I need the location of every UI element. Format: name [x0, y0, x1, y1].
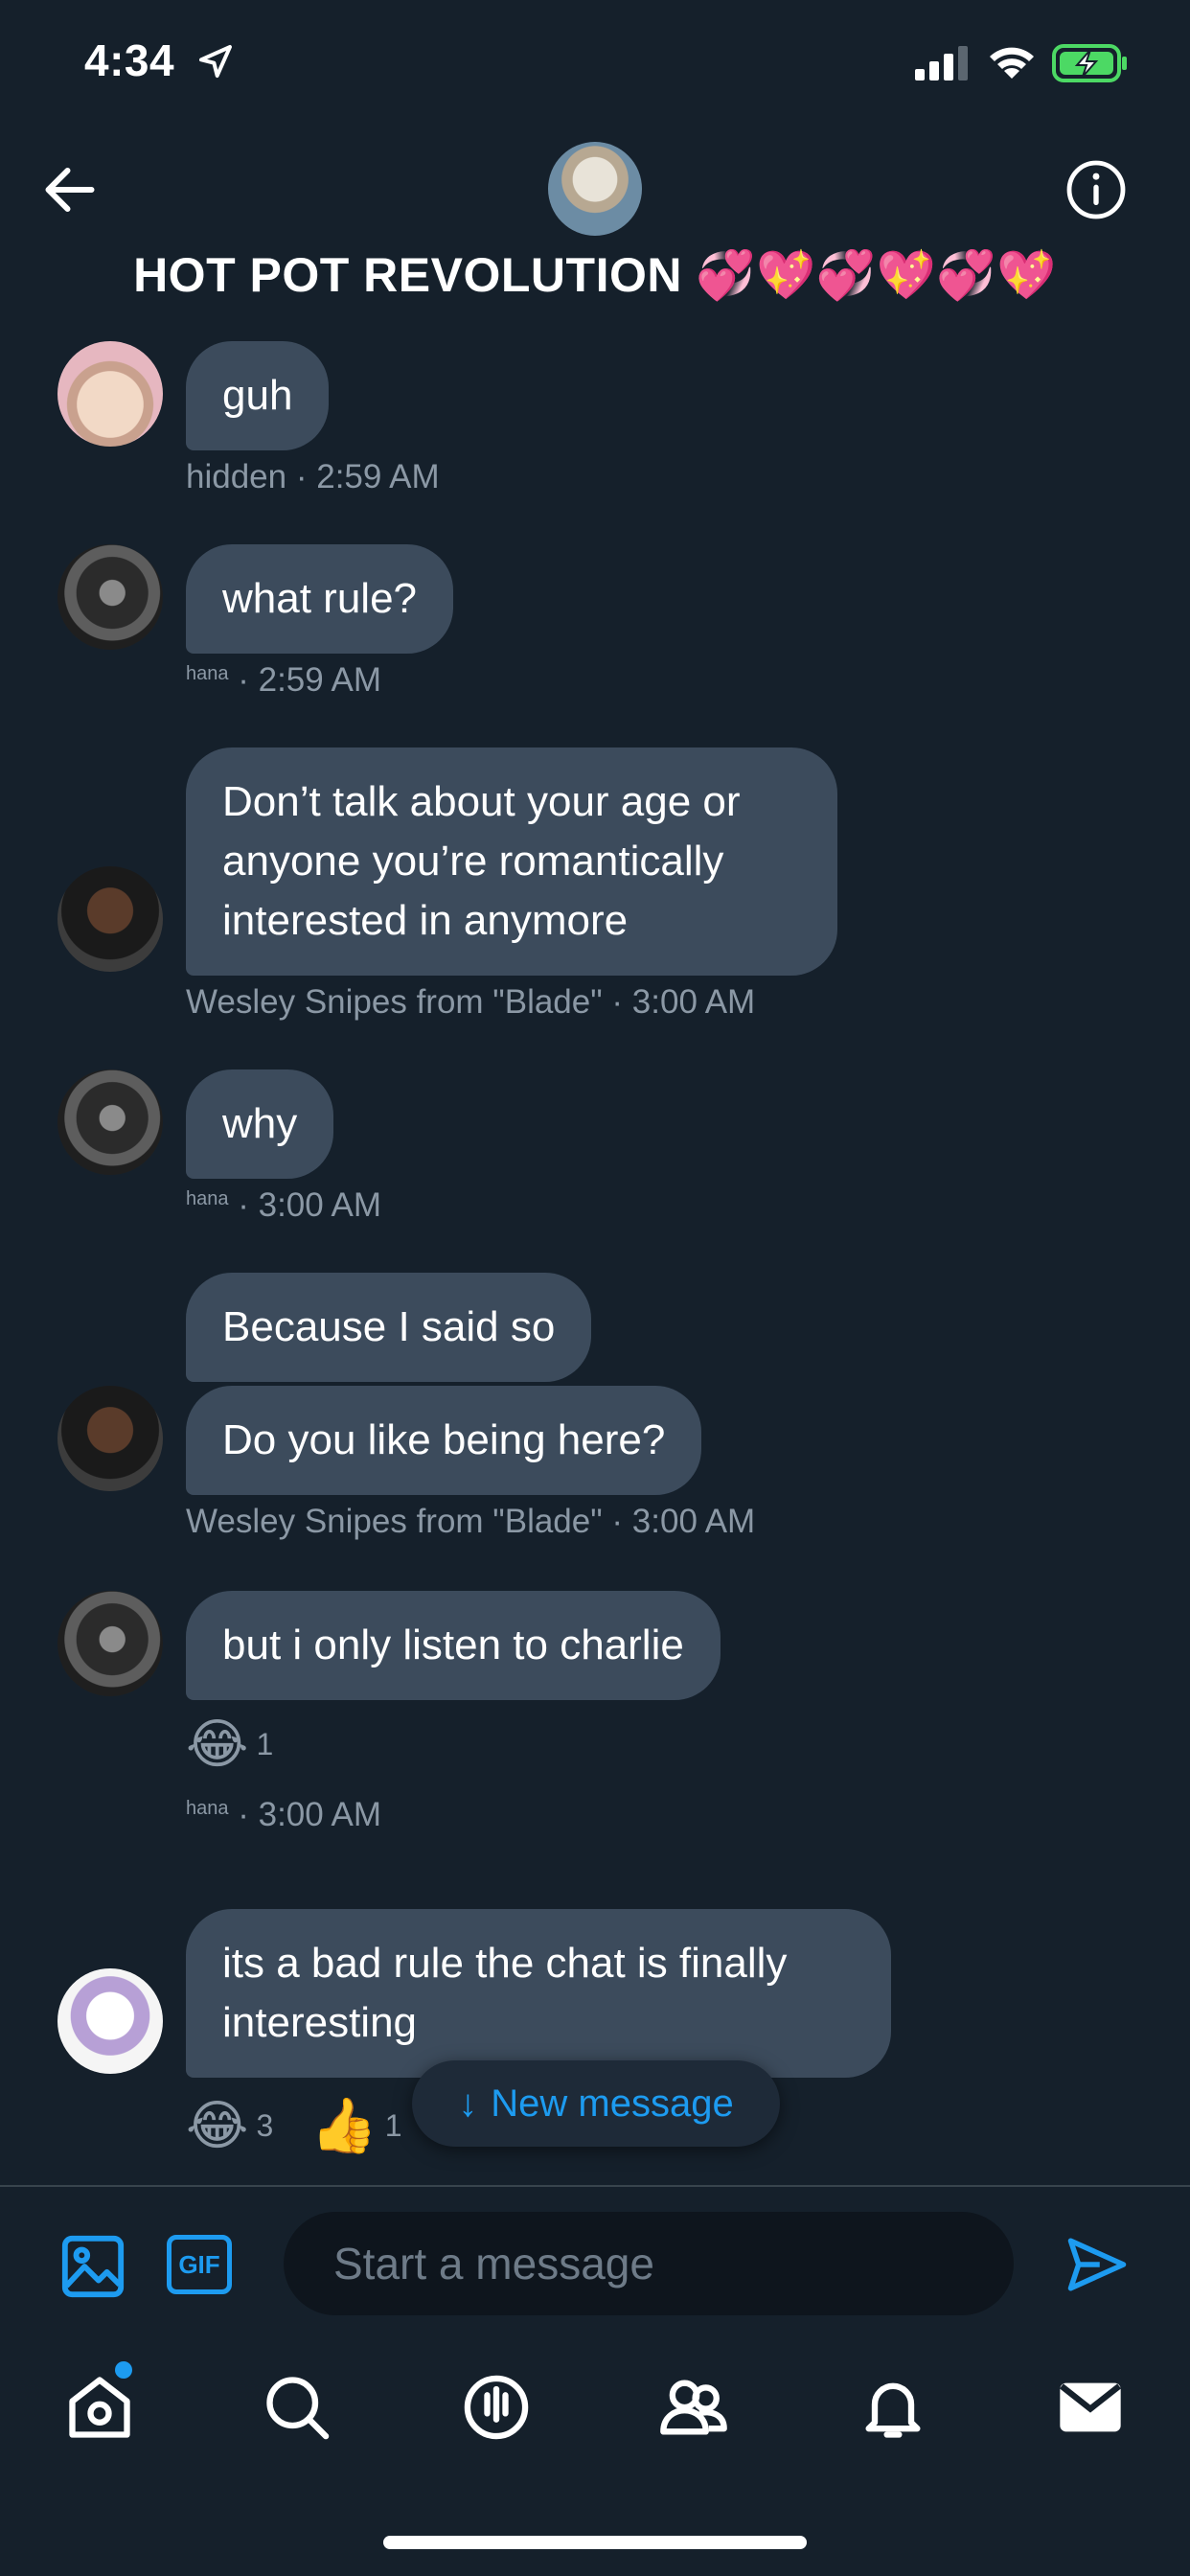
- reaction-chip[interactable]: 😂 1: [186, 1715, 273, 1773]
- message-author: hana: [186, 663, 229, 684]
- notification-dot: [115, 2361, 132, 2379]
- message-bubble[interactable]: why: [186, 1070, 334, 1179]
- avatar[interactable]: [57, 1386, 163, 1491]
- reaction-count: 1: [384, 2107, 402, 2143]
- message-meta: Wesley Snipes from "Blade" · 3:00 AM: [186, 1503, 755, 1541]
- messages-icon[interactable]: [1054, 2371, 1127, 2444]
- new-message-label: New message: [491, 2082, 734, 2125]
- laughing-emoji-icon: 😂: [186, 2095, 249, 2155]
- group-avatar[interactable]: [548, 142, 642, 236]
- message-author: hana: [186, 1798, 229, 1819]
- notifications-icon[interactable]: [857, 2371, 929, 2444]
- message-time: · 3:00 AM: [238, 1186, 382, 1224]
- message-bubble[interactable]: Do you like being here?: [186, 1386, 702, 1495]
- message-bubble[interactable]: Because I said so: [186, 1273, 592, 1382]
- avatar[interactable]: [57, 1968, 163, 2074]
- image-icon[interactable]: [59, 2233, 126, 2300]
- reaction-count: 1: [256, 1726, 274, 1761]
- message-time: · 3:00 AM: [611, 983, 756, 1021]
- avatar[interactable]: [57, 1070, 163, 1175]
- message-meta: hidden · 2:59 AM: [186, 458, 440, 496]
- reaction-chip[interactable]: 👍 1: [310, 2097, 402, 2154]
- avatar[interactable]: [57, 341, 163, 447]
- thumbs-up-emoji-icon: 👍: [310, 2095, 378, 2155]
- message-author: hana: [186, 1188, 229, 1209]
- search-icon[interactable]: [261, 2371, 333, 2444]
- message-meta: Wesley Snipes from "Blade" · 3:00 AM: [186, 983, 755, 1022]
- message-input[interactable]: [284, 2212, 1014, 2315]
- gif-button[interactable]: GIF: [167, 2235, 232, 2294]
- message-bubble[interactable]: Don’t talk about your age or anyone you’…: [186, 748, 837, 976]
- message-bubble[interactable]: but i only listen to charlie: [186, 1591, 721, 1700]
- reaction-count: 3: [256, 2107, 274, 2143]
- group-title: HOT POT REVOLUTION 💞💖💞💖💞💖: [133, 248, 1057, 302]
- cellular-signal-icon: [915, 46, 968, 80]
- info-icon[interactable]: [1065, 159, 1127, 220]
- message-time: · 3:00 AM: [611, 1503, 756, 1540]
- message-meta: hana · 3:00 AM: [186, 1186, 381, 1225]
- avatar[interactable]: [57, 544, 163, 650]
- message-bubble[interactable]: guh: [186, 341, 330, 450]
- new-message-button[interactable]: ↓ New message: [412, 2060, 780, 2147]
- home-icon[interactable]: [63, 2371, 136, 2444]
- message-time: · 2:59 AM: [238, 661, 382, 699]
- battery-charging-icon: [1052, 44, 1127, 82]
- message-bubble[interactable]: its a bad rule the chat is finally inter…: [186, 1909, 891, 2078]
- composer-divider: [0, 2185, 1190, 2187]
- message-bubble[interactable]: what rule?: [186, 544, 454, 654]
- message-meta: hana · 2:59 AM: [186, 661, 381, 700]
- message-time: · 2:59 AM: [295, 458, 440, 495]
- avatar[interactable]: [57, 866, 163, 972]
- reaction-chip[interactable]: 😂 3: [186, 2097, 273, 2154]
- message-meta: hana · 3:00 AM: [186, 1796, 381, 1834]
- spaces-icon[interactable]: [460, 2371, 533, 2444]
- message-author: hidden: [186, 458, 287, 495]
- message-author: Wesley Snipes from "Blade": [186, 983, 603, 1021]
- message-time: · 3:00 AM: [238, 1796, 382, 1833]
- wifi-icon: [990, 47, 1034, 79]
- communities-icon[interactable]: [657, 2371, 730, 2444]
- back-arrow-icon[interactable]: [38, 161, 102, 218]
- message-author: Wesley Snipes from "Blade": [186, 1503, 603, 1540]
- avatar[interactable]: [57, 1591, 163, 1696]
- location-arrow-icon: [199, 45, 232, 78]
- laughing-emoji-icon: 😂: [186, 1714, 249, 1774]
- home-indicator: [383, 2536, 807, 2549]
- status-time: 4:34: [84, 35, 175, 85]
- arrow-down-icon: ↓: [458, 2082, 478, 2125]
- send-icon[interactable]: [1062, 2233, 1133, 2296]
